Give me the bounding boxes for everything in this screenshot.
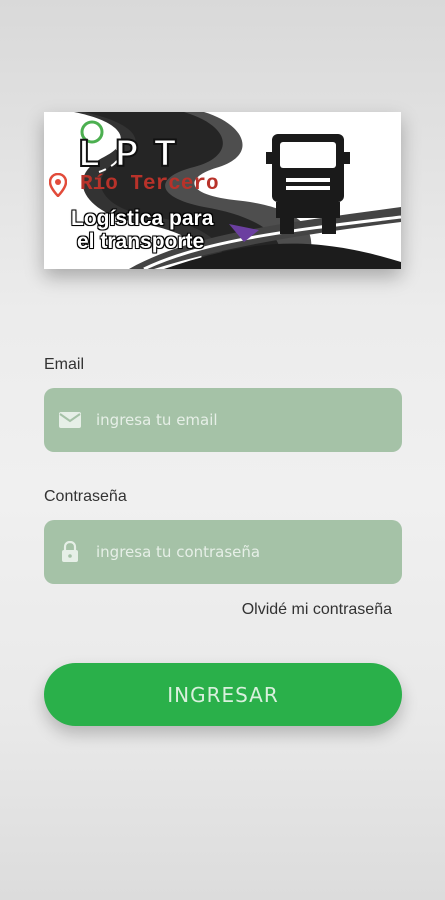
logo-tagline-line1: Logística para [71,207,214,230]
logo-tagline-line2: el transporte [77,230,205,253]
email-field[interactable] [44,388,402,452]
login-button[interactable]: INGRESAR [44,663,402,726]
mail-icon [44,388,96,452]
lock-icon [44,520,96,584]
password-input[interactable] [96,520,402,584]
location-pin-icon [49,173,67,197]
password-field[interactable] [44,520,402,584]
password-label: Contraseña [44,488,127,505]
logo-city: Río Tercero [80,173,219,196]
app-logo: LPT Río Tercero Logística para el transp… [44,112,401,269]
email-input[interactable] [96,388,402,452]
email-label: Email [44,356,85,373]
forgot-password-link[interactable]: Olvidé mi contraseña [242,601,392,619]
